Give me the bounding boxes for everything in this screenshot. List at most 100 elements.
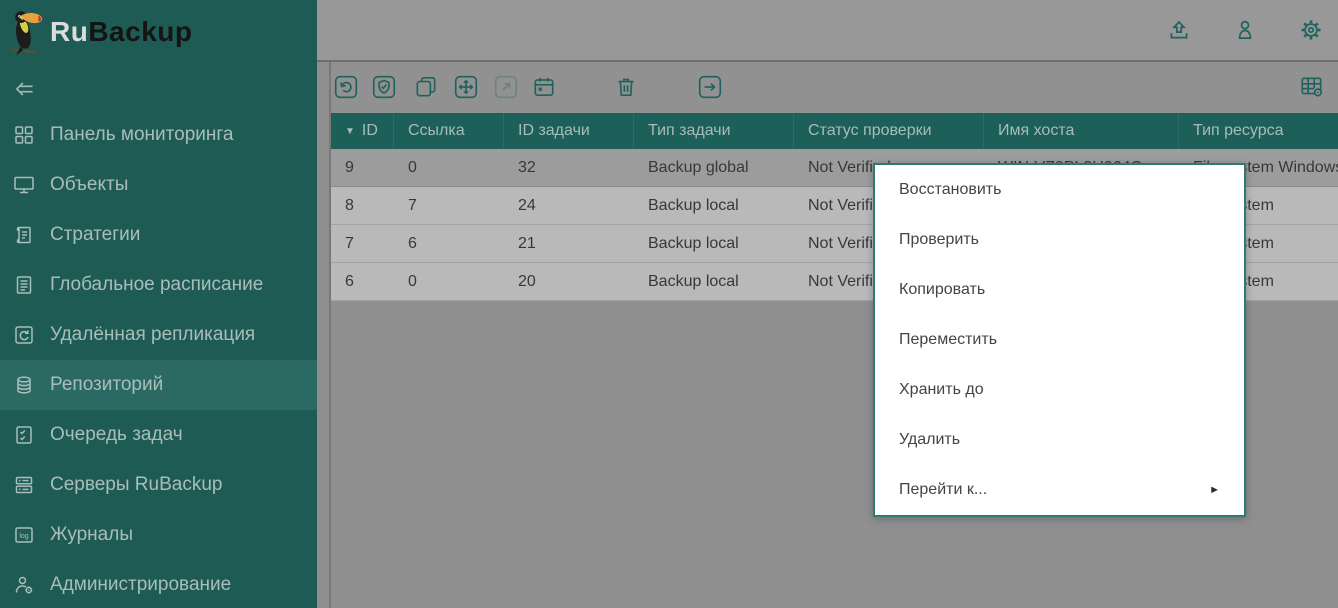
cell-id: 9 [331, 149, 394, 186]
sort-desc-icon: ▼ [345, 126, 355, 137]
user-gear-icon [12, 573, 36, 597]
sidebar-item-administration[interactable]: Администрирование [0, 560, 317, 608]
sidebar-item-label: Глобальное расписание [50, 274, 263, 296]
submenu-arrow-icon: ► [1209, 484, 1220, 496]
sidebar-item-logs[interactable]: log Журналы [0, 510, 317, 560]
sidebar-item-label: Удалённая репликация [50, 324, 255, 346]
menu-item-move[interactable]: Переместить [875, 315, 1244, 365]
column-header-id[interactable]: ▼ID [331, 113, 394, 149]
sidebar-item-label: Стратегии [50, 224, 140, 246]
cell-task-id: 21 [504, 225, 634, 262]
cell-task-id: 20 [504, 263, 634, 300]
cell-id: 6 [331, 263, 394, 300]
delete-button[interactable] [613, 74, 639, 100]
delete-trash-icon [613, 74, 639, 100]
sidebar-item-dashboard[interactable]: Панель мониторинга [0, 110, 317, 160]
sidebar-item-task-queue[interactable]: Очередь задач [0, 410, 317, 460]
app-window: RuBackup Панель мониторинга [0, 0, 1338, 608]
cell-task-type: Backup global [634, 149, 794, 186]
user-profile-icon [1232, 17, 1258, 43]
topbar [317, 0, 1338, 62]
column-header-verify-status[interactable]: Статус проверки [794, 113, 984, 149]
menu-item-delete[interactable]: Удалить [875, 415, 1244, 465]
strategies-document-icon [12, 223, 36, 247]
sidebar-nav: Панель мониторинга Объекты Стратегии [0, 110, 317, 608]
cell-task-type: Backup local [634, 263, 794, 300]
sidebar-item-label: Серверы RuBackup [50, 474, 222, 496]
column-header-hostname[interactable]: Имя хоста [984, 113, 1179, 149]
svg-text:log: log [19, 533, 28, 540]
cell-task-id: 24 [504, 187, 634, 224]
toucan-logo-icon [8, 6, 44, 58]
cell-link: 0 [394, 149, 504, 186]
sidebar: RuBackup Панель мониторинга [0, 0, 317, 608]
restore-button[interactable] [333, 74, 359, 100]
user-profile-button[interactable] [1232, 17, 1258, 43]
cell-link: 6 [394, 225, 504, 262]
upload-button[interactable] [1166, 17, 1192, 43]
cell-id: 7 [331, 225, 394, 262]
task-queue-checklist-icon [12, 423, 36, 447]
cell-id: 8 [331, 187, 394, 224]
sidebar-item-label: Репозиторий [50, 374, 163, 396]
collapse-left-icon [12, 76, 38, 102]
table-settings-icon [1299, 74, 1325, 100]
move-button[interactable] [453, 74, 479, 100]
replication-sync-icon [12, 323, 36, 347]
cell-task-id: 32 [504, 149, 634, 186]
context-menu: Восстановить Проверить Копировать Переме… [873, 163, 1246, 517]
sidebar-item-remote-replication[interactable]: Удалённая репликация [0, 310, 317, 360]
brand-name-backup: Backup [88, 16, 192, 47]
cell-task-type: Backup local [634, 225, 794, 262]
sidebar-collapse-button[interactable] [12, 76, 38, 102]
table-settings-button[interactable] [1299, 74, 1325, 100]
sidebar-item-objects[interactable]: Объекты [0, 160, 317, 210]
hold-until-calendar-icon [531, 74, 557, 100]
verify-shield-icon [371, 74, 397, 100]
hold-until-button[interactable] [531, 74, 557, 100]
servers-stack-icon [12, 473, 36, 497]
sidebar-item-global-schedule[interactable]: Глобальное расписание [0, 260, 317, 310]
menu-item-go-to[interactable]: Перейти к...► [875, 465, 1244, 515]
repository-toolbar [331, 62, 1338, 113]
column-header-task-type[interactable]: Тип задачи [634, 113, 794, 149]
move-icon [453, 74, 479, 100]
menu-item-copy[interactable]: Копировать [875, 265, 1244, 315]
sidebar-item-strategies[interactable]: Стратегии [0, 210, 317, 260]
settings-button[interactable] [1298, 17, 1324, 43]
column-header-link[interactable]: Ссылка [394, 113, 504, 149]
go-to-button[interactable] [697, 74, 723, 100]
menu-item-hold-until[interactable]: Хранить до [875, 365, 1244, 415]
copy-button[interactable] [413, 74, 439, 100]
cell-task-type: Backup local [634, 187, 794, 224]
sidebar-item-label: Панель мониторинга [50, 124, 233, 146]
sidebar-item-label: Журналы [50, 524, 133, 546]
monitor-icon [12, 173, 36, 197]
upload-icon [1166, 17, 1192, 43]
sidebar-item-label: Объекты [50, 174, 128, 196]
go-to-arrow-icon [697, 74, 723, 100]
column-header-resource-type[interactable]: Тип ресурса [1179, 113, 1338, 149]
table-header-row: ▼ID Ссылка ID задачи Тип задачи Статус п… [331, 113, 1338, 149]
sidebar-item-label: Очередь задач [50, 424, 183, 446]
sidebar-item-repository[interactable]: Репозиторий [0, 360, 317, 410]
cell-link: 0 [394, 263, 504, 300]
settings-gear-icon [1298, 17, 1324, 43]
sidebar-item-servers[interactable]: Серверы RuBackup [0, 460, 317, 510]
copy-icon [413, 74, 439, 100]
menu-item-restore[interactable]: Восстановить [875, 165, 1244, 215]
schedule-document-icon [12, 273, 36, 297]
column-header-task-id[interactable]: ID задачи [504, 113, 634, 149]
verify-button[interactable] [371, 74, 397, 100]
menu-item-verify[interactable]: Проверить [875, 215, 1244, 265]
brand-name-ru: Ru [50, 16, 88, 47]
sidebar-item-label: Администрирование [50, 574, 231, 596]
cell-link: 7 [394, 187, 504, 224]
brand-logo: RuBackup [0, 0, 317, 60]
logs-box-icon: log [12, 523, 36, 547]
restore-icon [333, 74, 359, 100]
open-external-icon [493, 74, 519, 100]
brand-name: RuBackup [50, 16, 192, 48]
dashboard-grid-icon [12, 123, 36, 147]
repository-database-icon [12, 373, 36, 397]
